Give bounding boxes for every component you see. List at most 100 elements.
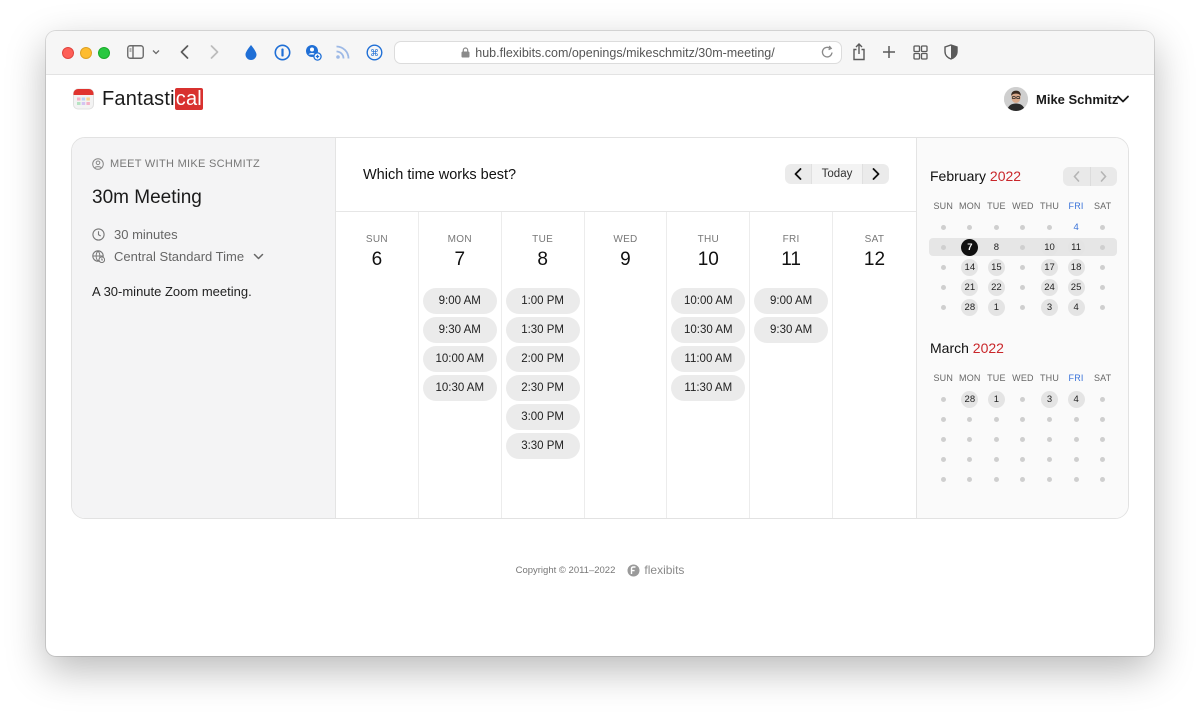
available-day[interactable]: 22	[987, 278, 1005, 296]
available-day[interactable]: 4	[1073, 222, 1078, 233]
available-day[interactable]: 21	[961, 278, 979, 296]
available-day[interactable]: 28	[961, 390, 979, 408]
flexibits-logo[interactable]: flexibits	[627, 563, 684, 577]
previous-week-button[interactable]	[785, 164, 811, 184]
back-arrow-icon[interactable]	[176, 42, 192, 62]
time-slot-button[interactable]: 9:00 AM	[754, 288, 829, 314]
time-slot-button[interactable]: 10:30 AM	[422, 375, 497, 401]
fantastical-logo-icon[interactable]	[73, 88, 94, 110]
next-month-button[interactable]	[1091, 167, 1118, 186]
time-slot-button[interactable]: 2:30 PM	[505, 375, 580, 401]
available-day[interactable]: 28	[961, 298, 979, 316]
day-column-sun: SUN 6	[336, 212, 419, 518]
unavailable-day-dot	[940, 476, 946, 482]
droplet-extension-icon[interactable]	[242, 42, 260, 62]
time-slot-button[interactable]: 1:30 PM	[505, 317, 580, 343]
url-text: hub.flexibits.com/openings/mikeschmitz/3…	[475, 45, 775, 60]
calendar-cell	[1036, 476, 1063, 482]
unavailable-day-dot	[1073, 416, 1079, 422]
available-day[interactable]: 25	[1067, 278, 1085, 296]
mini-calendar-panel: February 2022 SUN MON TUE WED THU FRI SAT 4 7 8 10…	[916, 138, 1128, 518]
timezone-selector[interactable]: Central Standard Time	[92, 249, 264, 264]
available-day[interactable]: 4	[1067, 298, 1085, 316]
chevron-down-icon	[253, 253, 264, 260]
time-slot-button[interactable]: 3:30 PM	[505, 433, 580, 459]
calendar-cell	[930, 456, 957, 462]
unavailable-day-dot	[1073, 456, 1079, 462]
share-icon[interactable]	[850, 42, 868, 62]
unavailable-day-dot	[1020, 456, 1026, 462]
unavailable-day-dot	[1100, 304, 1106, 310]
available-day[interactable]: 17	[1041, 258, 1059, 276]
timezone-text: Central Standard Time	[114, 249, 245, 264]
address-bar[interactable]: hub.flexibits.com/openings/mikeschmitz/3…	[394, 41, 842, 64]
calendar-cell: 28	[957, 390, 984, 408]
month-navigation	[1063, 167, 1117, 186]
time-slot-button[interactable]: 3:00 PM	[505, 404, 580, 430]
command-extension-icon[interactable]: ⌘	[365, 42, 383, 62]
time-slot-list: 1:00 PM 1:30 PM 2:00 PM 2:30 PM 3:00 PM 3:30 …	[502, 288, 584, 459]
time-slot-button[interactable]: 11:00 AM	[671, 346, 746, 372]
unavailable-day-dot	[1100, 264, 1106, 270]
time-slot-button[interactable]: 10:00 AM	[422, 346, 497, 372]
chevron-down-icon[interactable]	[1116, 92, 1130, 106]
time-slot-button[interactable]: 1:00 PM	[505, 288, 580, 314]
available-day[interactable]: 3	[1041, 390, 1059, 408]
rss-feed-icon[interactable]	[334, 42, 352, 62]
available-day[interactable]: 15	[987, 258, 1005, 276]
available-day[interactable]: 1	[987, 390, 1005, 408]
week-navigation: Today	[785, 164, 889, 184]
unavailable-day-dot	[967, 436, 973, 442]
month-year: 2022	[989, 168, 1022, 184]
available-day[interactable]: 10	[1041, 238, 1059, 256]
today-button[interactable]: Today	[811, 164, 863, 184]
calendar-cell	[1089, 476, 1116, 482]
calendar-cell	[1089, 264, 1116, 270]
time-slot-button[interactable]: 9:00 AM	[422, 288, 497, 314]
calendar-cell	[1010, 304, 1037, 310]
close-window-button[interactable]	[62, 47, 74, 59]
shield-icon[interactable]	[942, 42, 960, 62]
day-of-week-label: FRI	[782, 234, 800, 245]
previous-month-button[interactable]	[1063, 167, 1091, 186]
unavailable-day-dot	[993, 476, 999, 482]
time-picker: Which time works best? Today SUN 6 MON 7 9:0…	[336, 138, 916, 518]
calendar-day[interactable]: 8	[994, 242, 999, 253]
sidebar-icon[interactable]	[126, 42, 144, 62]
chevron-left-icon	[1073, 171, 1080, 182]
reload-icon[interactable]	[821, 45, 835, 61]
available-day[interactable]: 1	[987, 298, 1005, 316]
user-name[interactable]: Mike Schmitz	[1036, 92, 1118, 107]
available-day[interactable]: 11	[1067, 238, 1085, 256]
time-slot-button[interactable]: 10:00 AM	[671, 288, 746, 314]
time-slot-button[interactable]: 11:30 AM	[671, 375, 746, 401]
duration-row: 30 minutes	[92, 227, 178, 242]
minimize-window-button[interactable]	[80, 47, 92, 59]
time-slot-button[interactable]: 2:00 PM	[505, 346, 580, 372]
selected-day[interactable]: 7	[961, 238, 979, 256]
unavailable-day-dot	[1020, 244, 1026, 250]
time-slot-list: 9:00 AM 9:30 AM	[750, 288, 832, 343]
plus-icon[interactable]	[880, 42, 898, 62]
available-day[interactable]: 4	[1067, 390, 1085, 408]
unavailable-day-dot	[1020, 264, 1026, 270]
chevron-right-icon	[872, 168, 880, 180]
next-week-button[interactable]	[863, 164, 889, 184]
time-slot-button[interactable]: 9:30 AM	[422, 317, 497, 343]
available-day[interactable]: 24	[1041, 278, 1059, 296]
forward-arrow-icon[interactable]	[206, 42, 222, 62]
time-slot-button[interactable]: 10:30 AM	[671, 317, 746, 343]
fantastical-logo-text[interactable]: Fantastical	[102, 88, 203, 111]
tab-overview-icon[interactable]	[911, 42, 929, 62]
avatar[interactable]	[1004, 87, 1028, 111]
zoom-window-button[interactable]	[98, 47, 110, 59]
time-slot-button[interactable]: 9:30 AM	[754, 317, 829, 343]
calendar-cell	[957, 456, 984, 462]
unavailable-day-dot	[1100, 284, 1106, 290]
chevron-down-icon[interactable]	[150, 42, 162, 62]
available-day[interactable]: 14	[961, 258, 979, 276]
user-add-extension-icon[interactable]	[303, 42, 323, 62]
available-day[interactable]: 18	[1067, 258, 1085, 276]
password-manager-icon[interactable]	[273, 42, 291, 62]
available-day[interactable]: 3	[1041, 298, 1059, 316]
